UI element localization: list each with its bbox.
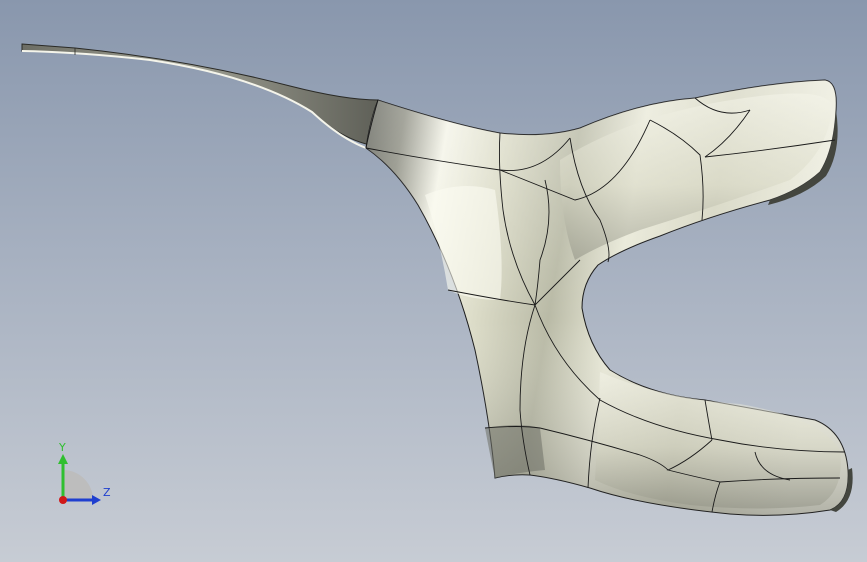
surface-model[interactable]	[0, 0, 867, 562]
x-axis-point	[59, 496, 67, 504]
triad-quadrant	[63, 470, 93, 500]
graphics-viewport[interactable]: Y Z	[0, 0, 867, 562]
main-surface	[365, 79, 853, 516]
y-axis-arrow	[58, 454, 68, 464]
coordinate-triad: Y Z	[48, 438, 120, 510]
tail-wing	[21, 43, 379, 149]
z-axis-label: Z	[103, 486, 111, 499]
z-axis-arrow	[92, 495, 101, 505]
y-axis-label: Y	[59, 441, 66, 454]
